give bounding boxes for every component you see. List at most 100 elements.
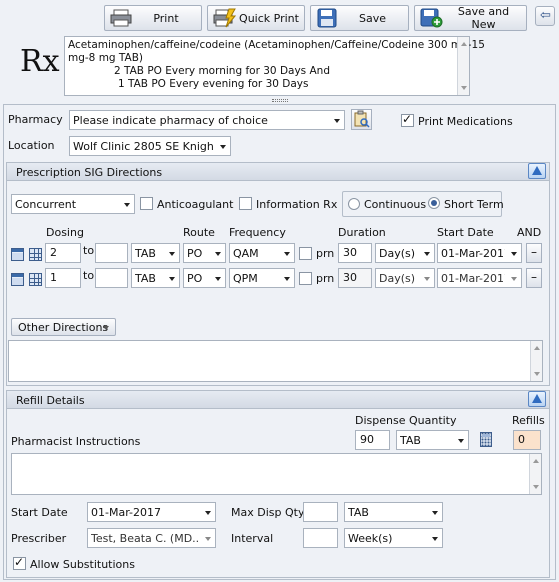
interval-unit-value: Week(s) <box>348 532 393 545</box>
chevron-down-icon <box>432 511 438 515</box>
sig-mode-select[interactable]: Concurrent <box>11 194 135 214</box>
splitter-handle[interactable] <box>272 99 288 102</box>
refill-start-date-label: Start Date <box>11 506 68 519</box>
back-arrow-icon: ⇦ <box>540 8 551 23</box>
anticoagulant-checkbox[interactable] <box>140 197 153 210</box>
pharmacist-instructions-scrollbar[interactable] <box>529 454 541 494</box>
duration-unit-select[interactable]: Day(s) <box>375 243 435 263</box>
dose-from-input[interactable]: 2 <box>45 243 81 263</box>
dose-unit-select[interactable]: TAB <box>131 243 180 263</box>
dose-unit-value: TAB <box>135 272 156 285</box>
continuous-label: Continuous <box>364 198 427 211</box>
prescriber-value: Test, Beata C. (MD... <box>91 532 199 545</box>
frequency-value: QAM <box>233 247 259 260</box>
location-label: Location <box>8 139 55 152</box>
location-select[interactable]: Wolf Clinic 2805 SE Knight... <box>69 136 231 156</box>
calculator-icon[interactable] <box>480 432 492 447</box>
anticoagulant-label: Anticoagulant <box>157 198 234 211</box>
grid-icon[interactable] <box>29 273 42 286</box>
interval-unit-select[interactable]: Week(s) <box>344 528 443 548</box>
dose-to-input[interactable] <box>95 268 128 288</box>
prescriber-select[interactable]: Test, Beata C. (MD... <box>87 528 216 548</box>
rx-summary-line: mg-8 mg TAB) <box>68 52 144 64</box>
rx-summary-line: 1 TAB PO Every evening for 30 Days <box>118 78 309 90</box>
pharmacy-select[interactable]: Please indicate pharmacy of choice <box>69 110 345 130</box>
quick-print-button[interactable]: Quick Print <box>207 5 305 31</box>
max-disp-unit-select[interactable]: TAB <box>344 502 443 522</box>
refills-input[interactable]: 0 <box>513 430 541 450</box>
calendar-icon[interactable] <box>11 248 24 261</box>
dispense-quantity-input[interactable]: 90 <box>355 430 390 450</box>
chevron-down-icon <box>424 252 430 256</box>
duration-unit-select[interactable]: Day(s) <box>375 268 435 288</box>
chevron-down-icon <box>169 252 175 256</box>
printer-icon <box>109 8 135 28</box>
allow-substitutions-checkbox[interactable] <box>13 555 26 570</box>
chevron-down-icon <box>124 203 130 207</box>
quick-print-icon <box>212 8 238 28</box>
duration-input[interactable]: 30 <box>338 243 372 263</box>
frequency-select[interactable]: QAM <box>229 243 295 263</box>
information-rx-checkbox[interactable] <box>239 197 252 210</box>
refill-start-date-select[interactable]: 01-Mar-2017 <box>87 502 216 522</box>
grid-icon[interactable] <box>29 248 42 261</box>
other-directions-scrollbar[interactable] <box>530 341 542 381</box>
dose-unit-select[interactable]: TAB <box>131 268 180 288</box>
sig-mode-value: Concurrent <box>15 198 77 211</box>
chevron-down-icon <box>169 277 175 281</box>
print-button[interactable]: Print <box>104 5 202 31</box>
remove-row-button[interactable]: – <box>526 268 542 288</box>
save-new-icon <box>419 8 445 28</box>
short-term-radio[interactable] <box>428 197 440 209</box>
dose-to-input[interactable] <box>95 243 128 263</box>
frequency-select[interactable]: QPM <box>229 268 295 288</box>
location-value: Wolf Clinic 2805 SE Knight... <box>73 140 214 153</box>
continuous-radio[interactable] <box>348 198 360 210</box>
chevron-down-icon <box>458 439 464 443</box>
chevron-down-icon <box>511 277 517 281</box>
save-label: Save <box>358 11 386 25</box>
duration-unit-value: Day(s) <box>379 272 416 285</box>
prn-checkbox[interactable] <box>299 272 312 285</box>
start-date-select[interactable]: 01-Mar-2017 <box>437 268 522 288</box>
start-date-select[interactable]: 01-Mar-2017 <box>437 243 522 263</box>
chevron-down-icon <box>205 511 211 515</box>
save-and-new-button[interactable]: Save and New <box>414 5 527 31</box>
summary-scrollbar[interactable] <box>457 37 469 95</box>
remove-row-button[interactable]: – <box>526 243 542 263</box>
pharmacy-lookup-button[interactable] <box>351 109 372 130</box>
dose-to-label: to <box>83 244 95 257</box>
route-select[interactable]: PO <box>183 243 226 263</box>
other-directions-button[interactable]: Other Directions <box>11 318 116 336</box>
dispense-unit-select[interactable]: TAB <box>396 430 469 450</box>
print-medications-label: Print Medications <box>418 115 513 128</box>
other-directions-label: Other Directions <box>18 321 109 334</box>
prescriber-label: Prescriber <box>11 532 67 545</box>
start-date-value: 01-Mar-2017 <box>441 272 505 285</box>
rx-logo: Rx <box>20 44 60 79</box>
max-disp-qty-input[interactable] <box>303 502 338 522</box>
back-button[interactable]: ⇦ <box>535 6 555 26</box>
pharmacist-instructions-textarea[interactable] <box>11 453 542 495</box>
duration-header: Duration <box>338 226 386 239</box>
print-medications-checkbox[interactable] <box>401 112 414 127</box>
chevron-down-icon <box>215 252 221 256</box>
dosing-header: Dosing <box>46 226 84 239</box>
interval-label: Interval <box>231 532 274 545</box>
save-button[interactable]: Save <box>310 5 409 31</box>
route-select[interactable]: PO <box>183 268 226 288</box>
prn-checkbox[interactable] <box>299 247 312 260</box>
clipboard-search-icon <box>354 110 370 128</box>
interval-input[interactable] <box>303 528 338 548</box>
and-header: AND <box>517 226 542 239</box>
dispense-unit-value: TAB <box>400 434 421 447</box>
duration-unit-value: Day(s) <box>379 247 416 260</box>
chevron-down-icon <box>215 277 221 281</box>
dose-from-input[interactable]: 1 <box>45 268 81 288</box>
other-directions-textarea[interactable] <box>8 340 543 382</box>
duration-input[interactable]: 30 <box>338 268 372 288</box>
collapse-refill-button[interactable] <box>528 391 546 407</box>
dose-to-label: to <box>83 269 95 282</box>
collapse-sig-button[interactable] <box>528 163 546 179</box>
calendar-icon[interactable] <box>11 273 24 286</box>
